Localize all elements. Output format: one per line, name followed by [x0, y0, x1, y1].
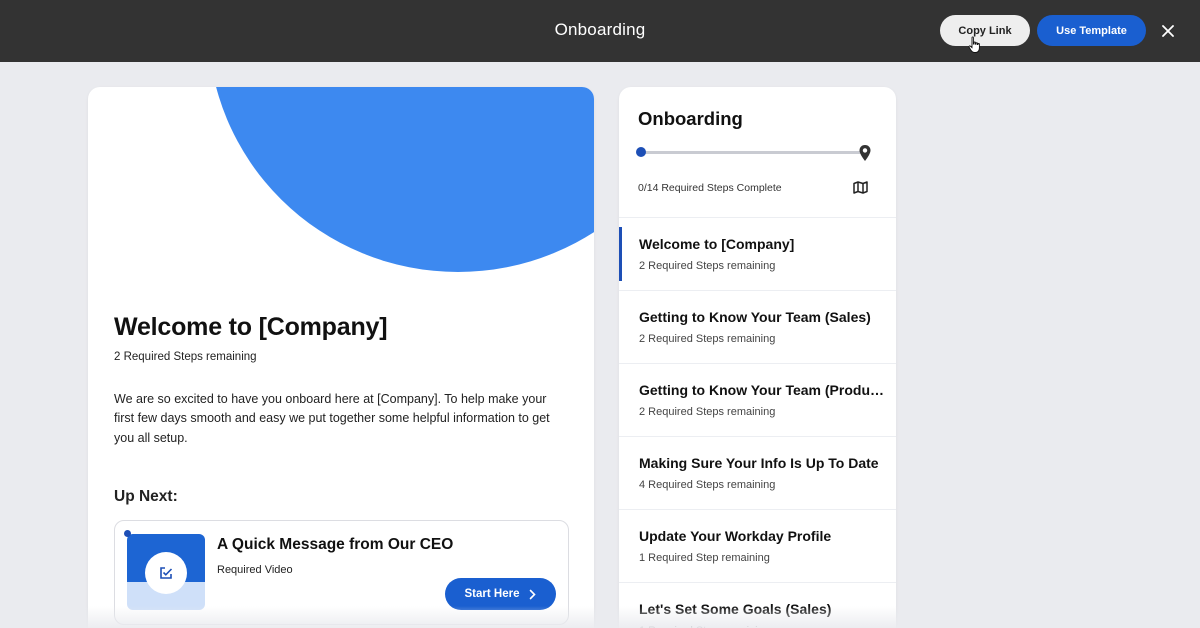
step-list: Welcome to [Company] 2 Required Steps rem…	[619, 217, 896, 628]
start-here-label: Start Here	[464, 588, 520, 600]
progress-marker	[636, 147, 646, 157]
welcome-description: We are so excited to have you onboard he…	[114, 392, 550, 445]
welcome-subtitle: 2 Required Steps remaining	[114, 351, 257, 363]
step-subtitle: 1 Required Step remaining	[639, 552, 770, 564]
progress-text: 0/14 Required Steps Complete	[638, 182, 782, 194]
hero-graphic	[208, 87, 594, 272]
map-icon[interactable]	[853, 181, 868, 194]
copy-link-button[interactable]: Copy Link	[940, 15, 1030, 46]
step-item[interactable]: Let's Set Some Goals (Sales)1 Required S…	[619, 582, 896, 628]
use-template-button[interactable]: Use Template	[1037, 15, 1146, 46]
start-here-button[interactable]: Start Here	[445, 578, 556, 610]
up-next-label: Up Next:	[114, 488, 178, 505]
step-item[interactable]: Welcome to [Company] 2 Required Steps rem…	[619, 217, 896, 290]
step-item[interactable]: Getting to Know Your Team (Sales) 2 Requi…	[619, 290, 896, 363]
step-title: Welcome to [Company]	[639, 236, 795, 252]
close-icon	[1162, 25, 1174, 37]
sidebar-title: Onboarding	[638, 108, 743, 129]
welcome-card: Welcome to [Company] 2 Required Steps re…	[88, 87, 594, 628]
step-title: Getting to Know Your Team (Produc...	[639, 382, 889, 398]
step-subtitle: 2 Required Steps remaining	[639, 406, 776, 418]
step-subtitle: 2 Required Steps remaining	[639, 333, 776, 345]
step-title: Update Your Workday Profile	[639, 528, 832, 544]
location-pin-icon	[859, 145, 871, 161]
step-title: Making Sure Your Info Is Up To Date	[639, 455, 879, 471]
unread-indicator	[124, 530, 131, 537]
step-title: Let's Set Some Goals (Sales)	[639, 601, 832, 617]
checkbox-edit-icon	[160, 567, 173, 579]
close-button[interactable]	[1158, 21, 1178, 41]
step-title: Getting to Know Your Team (Sales)	[639, 309, 871, 325]
welcome-title: Welcome to [Company]	[114, 313, 388, 341]
chevron-right-icon	[530, 589, 537, 599]
onboarding-sidebar: Onboarding 0/14 Required Steps Complete …	[619, 87, 896, 628]
hand-pointer-icon	[968, 36, 980, 53]
step-item[interactable]: Update Your Workday Profile 1 Required St…	[619, 509, 896, 582]
top-bar: Onboarding Copy Link Use Template	[0, 0, 1200, 62]
up-next-title: A Quick Message from Our CEO	[217, 536, 454, 553]
step-subtitle: 2 Required Steps remaining	[639, 260, 776, 272]
up-next-card[interactable]: A Quick Message from Our CEO Required Vi…	[114, 520, 569, 625]
step-item[interactable]: Making Sure Your Info Is Up To Date 4 Req…	[619, 436, 896, 509]
step-subtitle: 4 Required Steps remaining	[639, 479, 776, 491]
progress-bar	[641, 151, 865, 154]
video-thumbnail	[127, 534, 205, 610]
up-next-type: Required Video	[217, 564, 293, 576]
step-item[interactable]: Getting to Know Your Team (Produc... 2 Re…	[619, 363, 896, 436]
